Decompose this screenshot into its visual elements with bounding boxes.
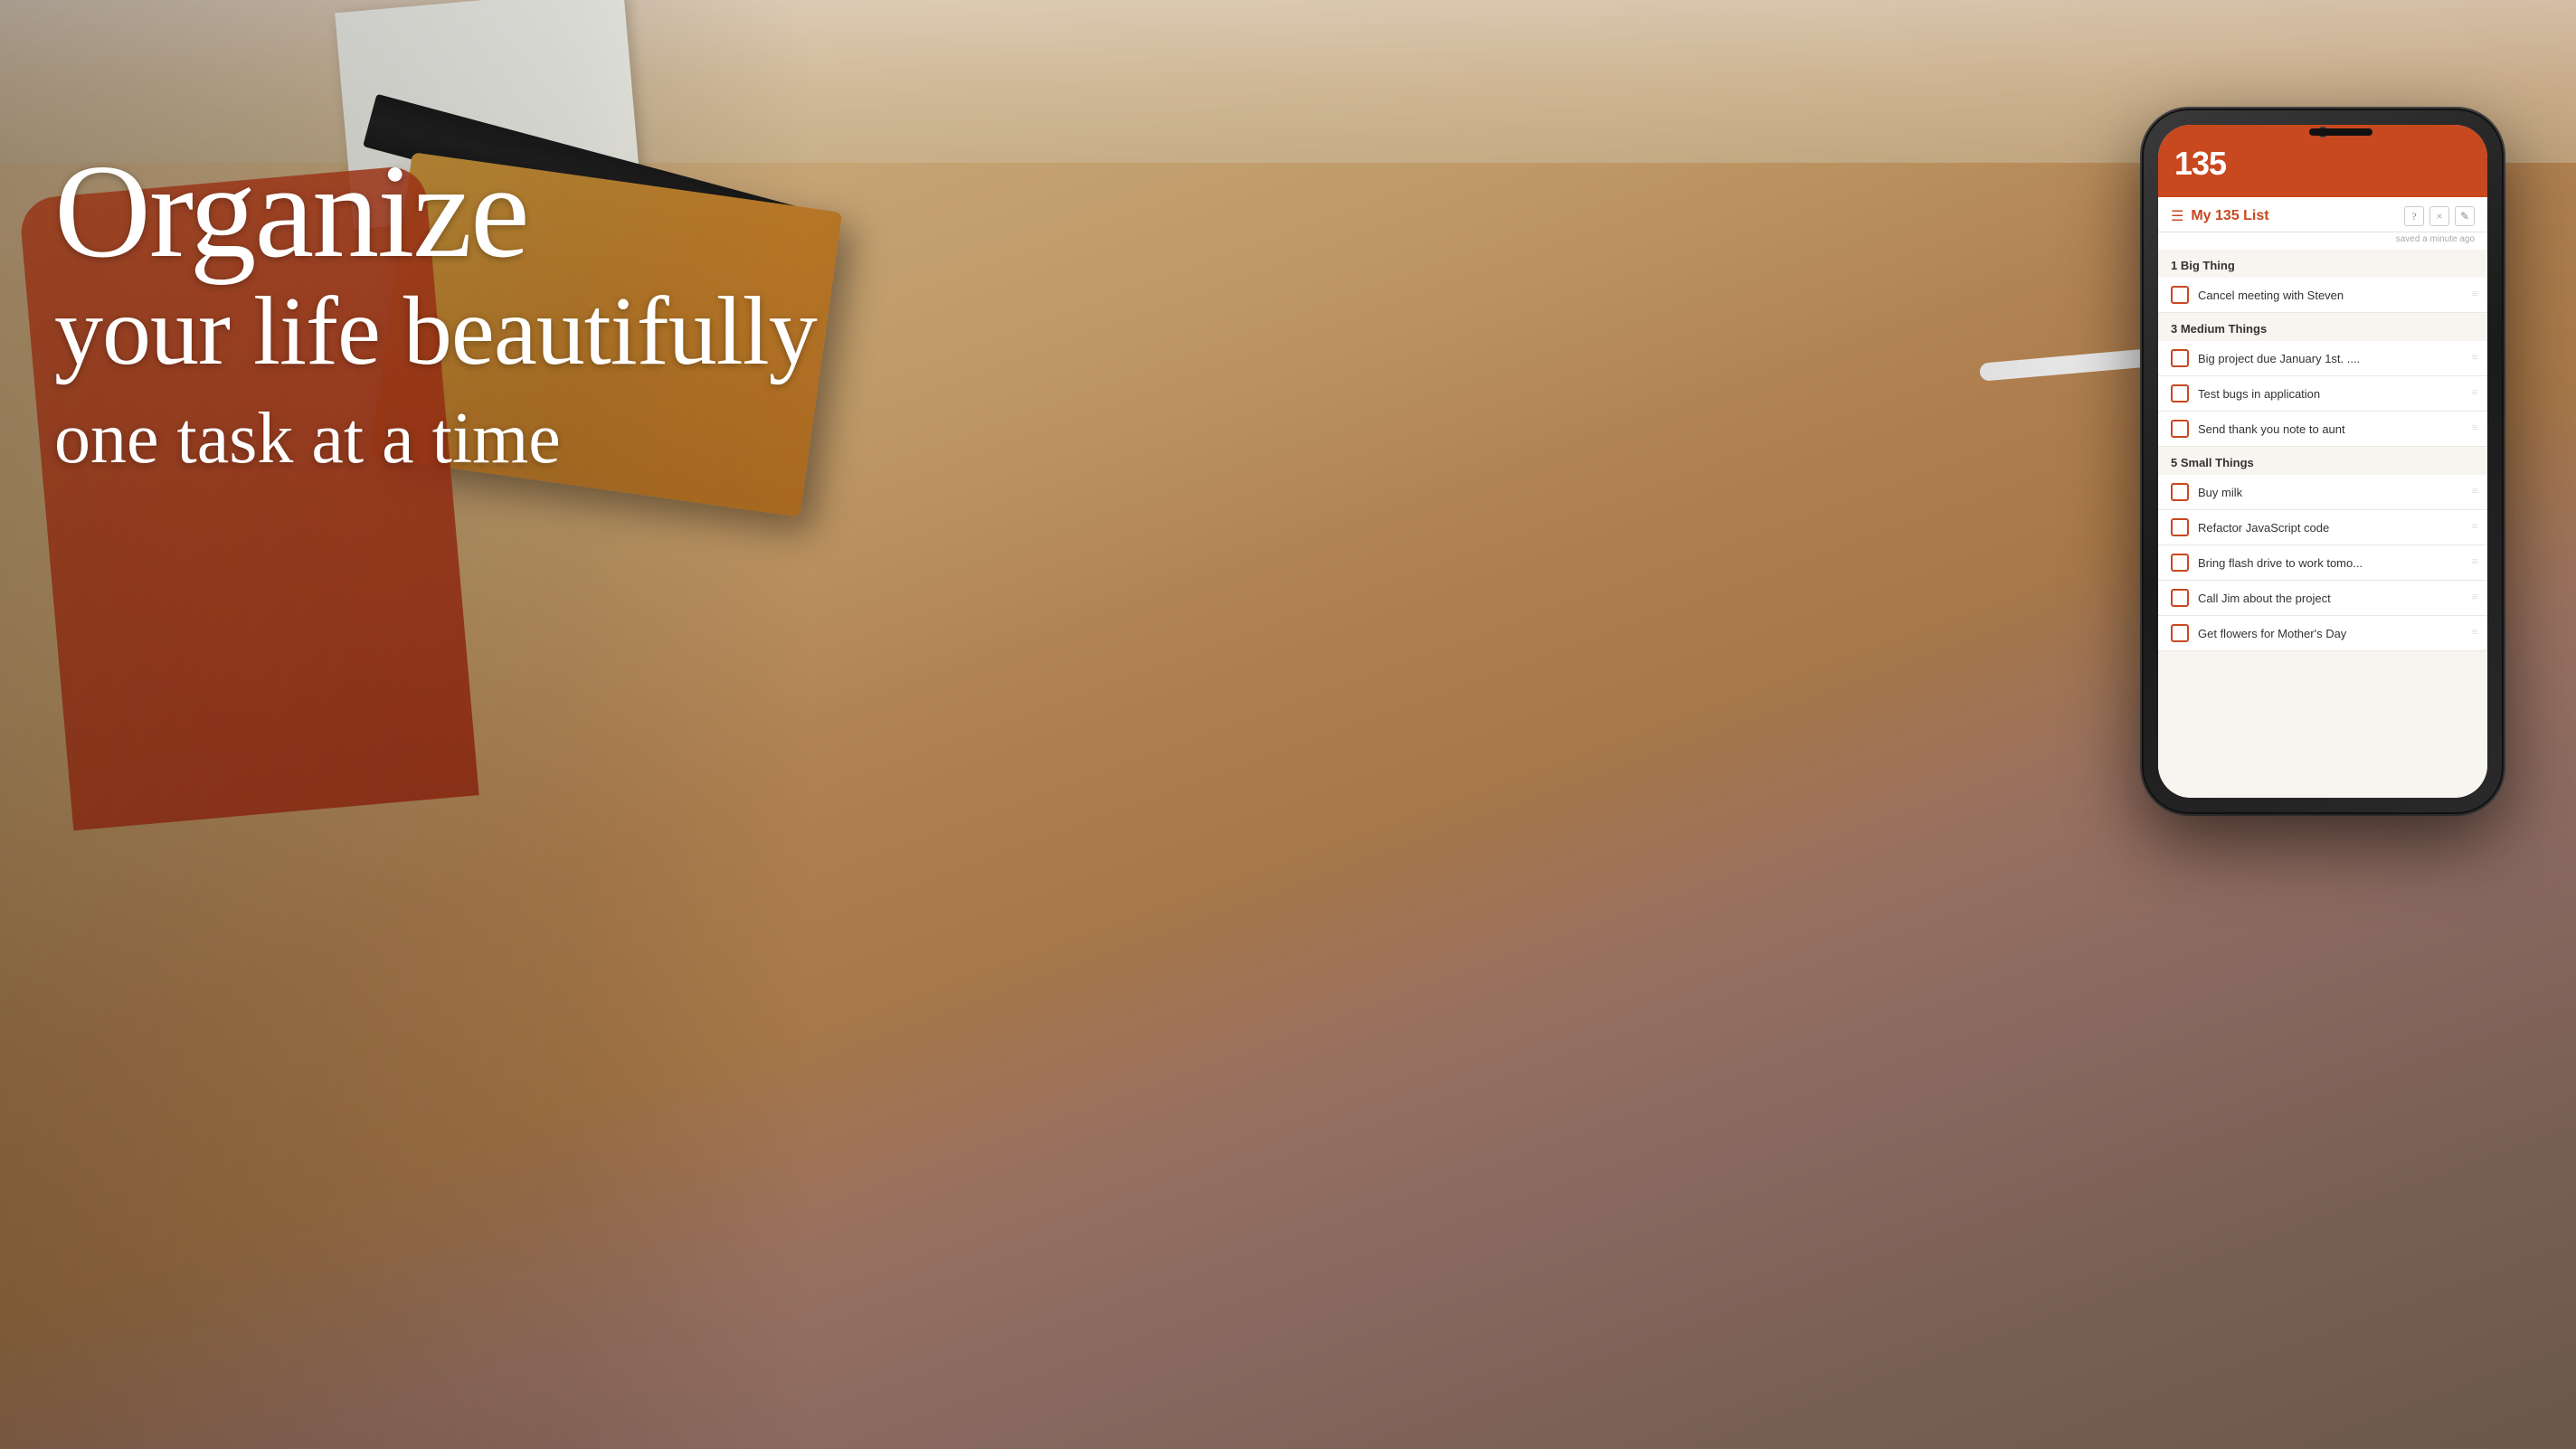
task-checkbox[interactable] bbox=[2171, 624, 2189, 642]
hero-line-2: your life beautifully bbox=[54, 279, 817, 386]
app-logo: 135 bbox=[2174, 145, 2471, 183]
task-checkbox[interactable] bbox=[2171, 349, 2189, 367]
task-item[interactable]: Call Jim about the project bbox=[2158, 581, 2487, 616]
list-icon: ☰ bbox=[2171, 207, 2183, 225]
task-text: Bring flash drive to work tomo... bbox=[2198, 556, 2475, 570]
task-checkbox[interactable] bbox=[2171, 286, 2189, 304]
phone-screen: 135 ☰ My 135 List ? × ✎ saved a minute a… bbox=[2158, 125, 2487, 798]
task-text: Get flowers for Mother's Day bbox=[2198, 627, 2475, 640]
task-item[interactable]: Test bugs in application bbox=[2158, 376, 2487, 412]
phone-device: 135 ☰ My 135 List ? × ✎ saved a minute a… bbox=[2142, 109, 2504, 814]
task-checkbox[interactable] bbox=[2171, 589, 2189, 607]
task-text: Test bugs in application bbox=[2198, 387, 2475, 401]
hero-line-3: one task at a time bbox=[54, 395, 817, 482]
info-button[interactable]: ? bbox=[2404, 206, 2424, 226]
saved-status: saved a minute ago bbox=[2158, 232, 2487, 250]
phone-speaker bbox=[2309, 128, 2372, 136]
task-text: Buy milk bbox=[2198, 486, 2475, 499]
list-actions: ? × ✎ bbox=[2404, 206, 2475, 226]
task-item[interactable]: Cancel meeting with Steven bbox=[2158, 278, 2487, 313]
task-checkbox[interactable] bbox=[2171, 483, 2189, 501]
list-title-row: ☰ My 135 List bbox=[2171, 207, 2269, 225]
list-header: ☰ My 135 List ? × ✎ bbox=[2158, 197, 2487, 232]
task-item[interactable]: Big project due January 1st. .... bbox=[2158, 341, 2487, 376]
task-text: Send thank you note to aunt bbox=[2198, 422, 2475, 436]
task-checkbox[interactable] bbox=[2171, 518, 2189, 536]
phone-frame: 135 ☰ My 135 List ? × ✎ saved a minute a… bbox=[2142, 109, 2504, 814]
task-item[interactable]: Buy milk bbox=[2158, 475, 2487, 510]
task-text: Big project due January 1st. .... bbox=[2198, 352, 2475, 365]
task-list[interactable]: 1 Big Thing Cancel meeting with Steven 3… bbox=[2158, 250, 2487, 798]
section-header-small: 5 Small Things bbox=[2158, 447, 2487, 475]
task-item[interactable]: Refactor JavaScript code bbox=[2158, 510, 2487, 545]
section-header-medium: 3 Medium Things bbox=[2158, 313, 2487, 341]
task-item[interactable]: Get flowers for Mother's Day bbox=[2158, 616, 2487, 651]
section-header-big: 1 Big Thing bbox=[2158, 250, 2487, 278]
hero-line-1: Organize bbox=[54, 145, 817, 279]
task-checkbox[interactable] bbox=[2171, 554, 2189, 572]
task-text: Cancel meeting with Steven bbox=[2198, 289, 2475, 302]
task-text: Refactor JavaScript code bbox=[2198, 521, 2475, 535]
task-item[interactable]: Bring flash drive to work tomo... bbox=[2158, 545, 2487, 581]
task-checkbox[interactable] bbox=[2171, 420, 2189, 438]
edit-button[interactable]: ✎ bbox=[2455, 206, 2475, 226]
list-title: My 135 List bbox=[2191, 208, 2268, 224]
task-checkbox[interactable] bbox=[2171, 384, 2189, 402]
task-text: Call Jim about the project bbox=[2198, 592, 2475, 605]
hero-text: Organize your life beautifully one task … bbox=[54, 145, 817, 482]
close-button[interactable]: × bbox=[2429, 206, 2449, 226]
task-item[interactable]: Send thank you note to aunt bbox=[2158, 412, 2487, 447]
